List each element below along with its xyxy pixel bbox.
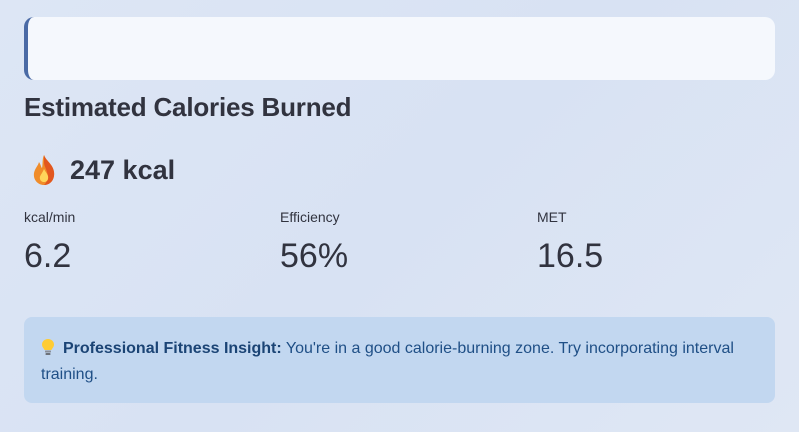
metric-value: 56% <box>280 237 349 275</box>
total-calories-value: 247 kcal <box>70 154 176 185</box>
metric-kcal-per-min: kcal/min 6.2 <box>24 208 75 276</box>
page-title: Estimated Calories Burned <box>24 92 352 122</box>
flame-icon <box>33 155 55 185</box>
metric-met: MET 16.5 <box>537 208 603 276</box>
metric-efficiency: Efficiency 56% <box>280 208 348 276</box>
metric-value: 16.5 <box>537 237 604 275</box>
header-card <box>24 17 775 80</box>
metric-label: MET <box>537 209 567 225</box>
insight-heading: Professional Fitness Insight: <box>63 340 282 357</box>
lightbulb-icon <box>42 339 54 355</box>
fitness-insight-alert: Professional Fitness Insight: You're in … <box>24 317 775 403</box>
metric-label: Efficiency <box>280 209 340 225</box>
metric-value: 6.2 <box>24 237 72 275</box>
total-calories: 247 kcal <box>30 152 175 188</box>
metric-label: kcal/min <box>24 209 76 225</box>
